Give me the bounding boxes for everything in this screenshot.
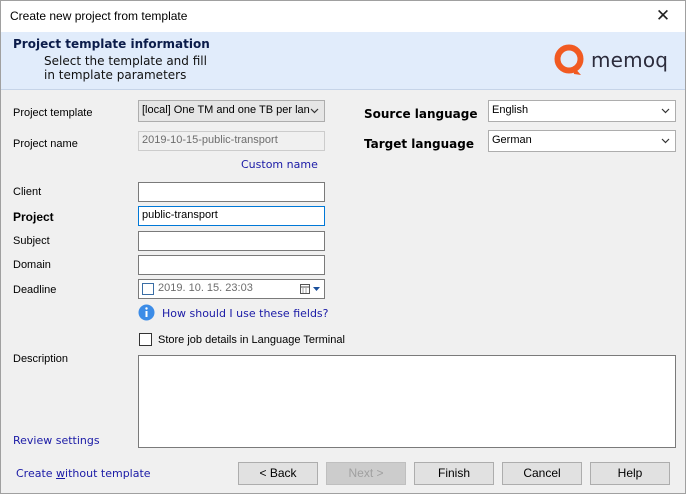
logo-text: memoq xyxy=(591,48,669,72)
target-language-value: German xyxy=(492,134,532,146)
help-button[interactable]: Help xyxy=(590,462,670,485)
source-language-value: English xyxy=(492,104,529,116)
custom-name-link[interactable]: Custom name xyxy=(241,158,318,171)
target-language-label: Target language xyxy=(364,137,475,151)
memoq-logo-icon xyxy=(554,44,584,75)
description-textarea[interactable] xyxy=(138,355,676,448)
source-language-select[interactable]: English xyxy=(488,100,676,122)
store-job-checkbox[interactable] xyxy=(139,333,152,346)
back-button[interactable]: < Back xyxy=(238,462,318,485)
create-without-mnemonic: w xyxy=(56,467,66,480)
header-banner: Project template information Select the … xyxy=(1,32,685,90)
create-without-prefix: Create xyxy=(16,467,57,480)
window-title: Create new project from template xyxy=(10,9,188,23)
client-input[interactable] xyxy=(138,182,325,202)
subject-label: Subject xyxy=(13,235,50,247)
banner-title: Project template information xyxy=(13,37,210,51)
help-fields-link[interactable]: How should I use these fields? xyxy=(162,307,329,320)
close-icon[interactable]: ✕ xyxy=(651,5,675,27)
domain-input[interactable] xyxy=(138,255,325,275)
chevron-down-icon xyxy=(310,108,319,114)
cancel-button[interactable]: Cancel xyxy=(502,462,582,485)
project-template-select[interactable]: [local] One TM and one TB per lan xyxy=(138,100,325,122)
store-job-label[interactable]: Store job details in Language Terminal xyxy=(158,334,345,346)
project-input[interactable]: public-transport xyxy=(138,206,325,226)
memoq-logo: memoq xyxy=(554,44,674,80)
next-button[interactable]: Next > xyxy=(326,462,406,485)
calendar-icon[interactable] xyxy=(300,283,322,295)
dialog-window: Create new project from template ✕ Proje… xyxy=(0,0,686,494)
title-bar: Create new project from template ✕ xyxy=(1,1,685,32)
project-template-label: Project template xyxy=(13,107,93,119)
deadline-label: Deadline xyxy=(13,284,57,296)
project-template-value: [local] One TM and one TB per lan xyxy=(142,104,310,116)
target-language-select[interactable]: German xyxy=(488,130,676,152)
project-label: Project xyxy=(13,210,54,224)
chevron-down-icon xyxy=(661,108,670,114)
create-without-template-link[interactable]: Create without template xyxy=(16,467,151,480)
client-label: Client xyxy=(13,186,42,198)
project-name-label: Project name xyxy=(13,138,78,150)
deadline-value: 2019. 10. 15. 23:03 xyxy=(158,282,253,294)
chevron-down-icon xyxy=(661,138,670,144)
deadline-checkbox[interactable] xyxy=(142,283,154,295)
source-language-label: Source language xyxy=(364,107,478,121)
project-name-field: 2019-10-15-public-transport xyxy=(138,131,325,151)
banner-desc-line1: Select the template and fill xyxy=(44,54,207,68)
subject-input[interactable] xyxy=(138,231,325,251)
review-settings-link[interactable]: Review settings xyxy=(13,434,100,447)
banner-description: Select the template and fill in template… xyxy=(44,54,207,82)
info-icon xyxy=(138,304,155,321)
deadline-picker[interactable]: 2019. 10. 15. 23:03 xyxy=(138,279,325,299)
banner-desc-line2: in template parameters xyxy=(44,68,187,82)
finish-button[interactable]: Finish xyxy=(414,462,494,485)
create-without-suffix: ithout template xyxy=(65,467,151,480)
description-label: Description xyxy=(13,353,69,365)
domain-label: Domain xyxy=(13,259,51,271)
